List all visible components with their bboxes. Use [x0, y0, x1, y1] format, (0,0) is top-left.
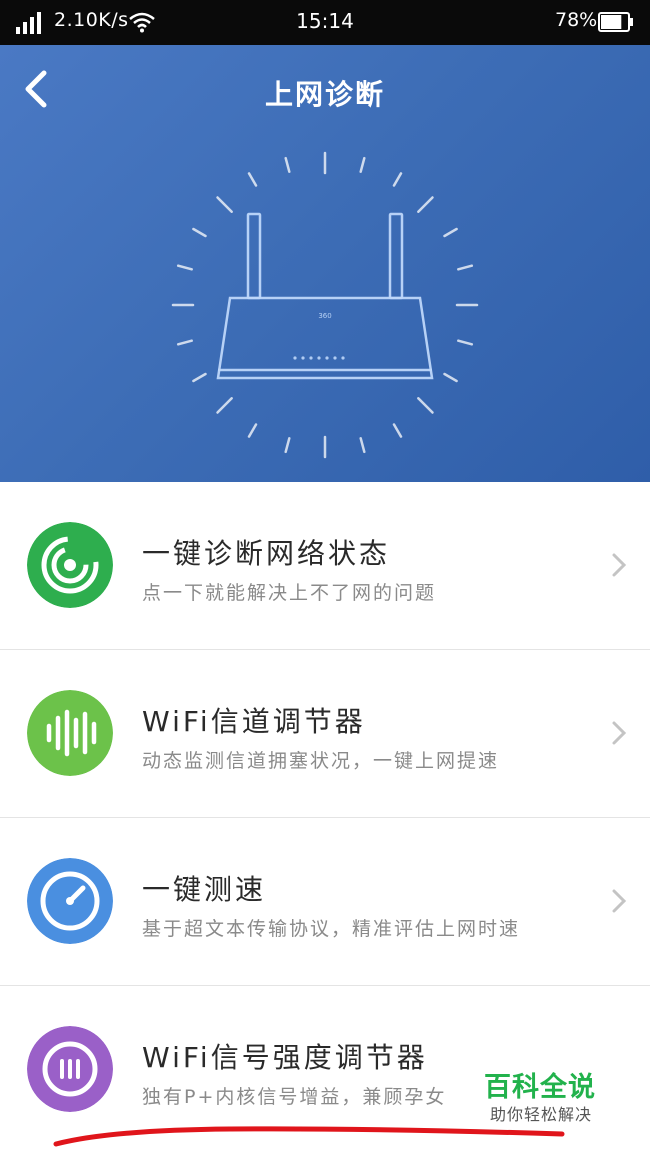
dial-tick: [247, 423, 258, 438]
item-title: 一键测速: [142, 873, 267, 906]
dial-tick: [392, 423, 403, 438]
dial-tick: [192, 227, 207, 238]
dial-tick: [216, 397, 233, 414]
dial-tick: [284, 156, 291, 173]
dial-tick: [359, 437, 366, 454]
chevron-right-icon: [612, 553, 627, 577]
dial-ticks: [171, 151, 479, 459]
dial-tick: [457, 264, 474, 271]
dial-tick: [359, 156, 366, 173]
list-item-wifi-channel[interactable]: WiFi信道调节器 动态监测信道拥塞状况，一键上网提速: [0, 650, 650, 818]
dial-tick: [417, 397, 434, 414]
diagnosis-header: 上网诊断 360: [0, 45, 650, 482]
radar-icon: [27, 522, 113, 608]
signal-strength-icon: [27, 1026, 113, 1112]
dial-tick: [443, 227, 458, 238]
router-illustration: 360: [171, 151, 479, 459]
clock: 15:14: [296, 9, 354, 33]
dial-tick: [284, 437, 291, 454]
dial-tick: [176, 339, 193, 346]
chevron-right-icon: [612, 721, 627, 745]
dial-tick: [176, 264, 193, 271]
chevron-right-icon: [612, 889, 627, 913]
page-title: 上网诊断: [264, 78, 385, 111]
list-item-network-diagnosis[interactable]: 一键诊断网络状态 点一下就能解决上不了网的问题: [0, 482, 650, 650]
watermark-title: 百科全说: [484, 1072, 596, 1103]
item-title: 一键诊断网络状态: [142, 537, 391, 570]
list-item-speed-test[interactable]: 一键测速 基于超文本传输协议，精准评估上网时速: [0, 818, 650, 986]
watermark-logo: 百科全说 助你轻松解决: [470, 1063, 630, 1125]
item-title: WiFi信道调节器: [142, 705, 366, 738]
dial-tick: [457, 339, 474, 346]
annotation-underline: [53, 1126, 565, 1147]
item-subtitle: 点一下就能解决上不了网的问题: [142, 582, 437, 604]
dial-tick: [192, 372, 207, 383]
item-subtitle: 动态监测信道拥塞状况，一键上网提速: [142, 750, 500, 772]
router-brand-label: 360: [318, 312, 331, 320]
item-title: WiFi信号强度调节器: [142, 1041, 428, 1074]
item-subtitle: 基于超文本传输协议，精准评估上网时速: [142, 918, 521, 940]
battery-icon: [598, 12, 633, 32]
dial-tick: [417, 196, 434, 213]
dial-tick: [216, 196, 233, 213]
item-subtitle: 独有P+内核信号增益，兼顾孕女: [142, 1086, 447, 1108]
battery-percent: 78%: [555, 9, 598, 31]
speedometer-icon: [27, 858, 113, 944]
status-bar: 2.10K/s 15:14 78%: [0, 0, 650, 45]
dial-tick: [247, 172, 258, 187]
signal-bars-icon: [27, 690, 113, 776]
dial-tick: [443, 372, 458, 383]
dial-tick: [392, 172, 403, 187]
